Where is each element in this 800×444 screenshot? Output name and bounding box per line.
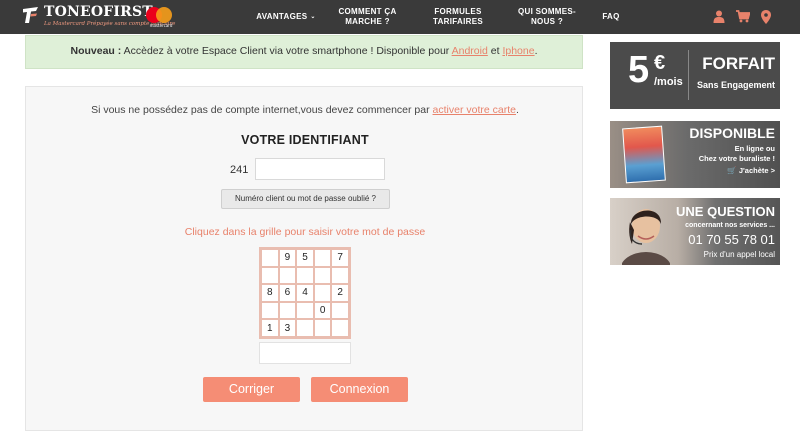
nav-label-formules-tarifaires: FORMULES TARIFAIRES	[433, 7, 483, 26]
keypad-cell[interactable]	[261, 249, 279, 267]
mastercard-logo: mastercard	[146, 7, 176, 29]
identifier-input[interactable]	[255, 158, 385, 180]
forfait-ad[interactable]: 5 € /mois FORFAIT Sans Engagement	[610, 42, 780, 109]
keypad-cell[interactable]: 9	[278, 249, 297, 267]
keypad-cell[interactable]: 2	[331, 284, 349, 302]
nav-item-formules-tarifaires[interactable]: FORMULES TARIFAIRES	[418, 0, 498, 34]
disponible-line2: Chez votre buraliste !	[698, 154, 775, 163]
phone-price-note: Prix d'un appel local	[703, 250, 775, 259]
nav-item-avantages[interactable]: AVANTAGES ⌄	[252, 0, 320, 34]
disponible-cta-label: J'achète >	[738, 166, 775, 175]
cart-icon[interactable]	[736, 10, 750, 23]
keypad-cell[interactable]: 6	[278, 284, 297, 302]
keypad-cell[interactable]	[331, 319, 349, 337]
keypad-cell[interactable]	[296, 266, 314, 285]
nav-label-avantages: AVANTAGES	[256, 12, 308, 21]
user-icon[interactable]	[713, 10, 725, 23]
nav-item-faq[interactable]: FAQ	[596, 0, 626, 34]
banner-text: Accèdez à votre Espace Client via votre …	[123, 45, 450, 57]
identifier-prefix: 241	[230, 164, 249, 176]
banner-end: .	[534, 45, 538, 57]
keypad-cell[interactable]	[278, 266, 297, 285]
keypad-cell[interactable]	[331, 301, 349, 320]
question-line1: concernant nos services ...	[685, 222, 775, 229]
top-navigation-bar: TONEOFIRST La Mastercard Prépayée sans c…	[0, 0, 800, 34]
forfait-title: FORFAIT	[702, 54, 775, 73]
forfait-price: 5	[628, 49, 650, 91]
keypad-cell[interactable]	[261, 266, 279, 285]
keypad-cell[interactable]: 3	[278, 319, 297, 337]
question-title: UNE QUESTION	[676, 204, 775, 219]
keypad-cell[interactable]	[331, 266, 349, 285]
keypad-cell[interactable]	[278, 301, 297, 320]
keypad-cell[interactable]: 8	[261, 284, 279, 302]
forgot-credentials-button[interactable]: Numéro client ou mot de passe oublié ?	[221, 189, 390, 209]
toneofirst-logo[interactable]: TONEOFIRST La Mastercard Prépayée sans c…	[22, 4, 175, 30]
keypad-cell[interactable]: 5	[296, 249, 314, 267]
toneofirst-logo-mark-icon	[23, 7, 38, 23]
password-field[interactable]	[259, 342, 351, 364]
nav-item-comment-ca-marche[interactable]: COMMENT ÇA MARCHE ?	[330, 0, 405, 34]
grid-instruction: Cliquez dans la grille pour saisir votre…	[184, 226, 426, 238]
android-link[interactable]: Android	[452, 45, 488, 57]
banner-bold-label: Nouveau :	[70, 45, 122, 57]
chevron-down-icon: ⌄	[310, 14, 316, 20]
keypad-cell[interactable]	[261, 301, 279, 320]
keypad-cell[interactable]: 1	[261, 319, 279, 337]
keypad-cell[interactable]: 4	[296, 284, 314, 302]
forfait-unit: /mois	[654, 76, 683, 88]
banner-and: et	[490, 45, 500, 57]
ad-divider	[688, 50, 689, 100]
keypad-cell[interactable]	[313, 319, 332, 337]
intro-text: Si vous ne possédez pas de compte intern…	[91, 104, 430, 116]
keypad-cell[interactable]	[313, 284, 332, 302]
keypad-cell[interactable]: 0	[313, 301, 332, 320]
keypad-cell[interactable]: 7	[331, 249, 349, 267]
disponible-line1: En ligne ou	[734, 144, 775, 153]
keypad-cell[interactable]	[296, 319, 314, 337]
keypad-cell[interactable]	[313, 249, 332, 267]
intro-end: .	[515, 104, 519, 116]
disponible-title: DISPONIBLE	[689, 125, 775, 141]
password-keypad-grid: 9 5 7 8 6 4 2 0 1 3	[259, 247, 351, 339]
nav-label-faq: FAQ	[602, 12, 620, 21]
identifier-title: VOTRE IDENTIFIANT	[241, 133, 369, 147]
forfait-subtitle: Sans Engagement	[696, 80, 775, 90]
disponible-cta[interactable]: 🛒 J'achète >	[727, 166, 775, 175]
logo-text: TONEOFIRST	[44, 4, 153, 20]
reset-button[interactable]: Corriger	[203, 377, 300, 402]
map-marker-icon[interactable]	[761, 10, 771, 24]
cart-icon: 🛒	[727, 166, 737, 175]
mastercard-label: mastercard	[149, 23, 173, 28]
activate-card-link[interactable]: activer votre carte	[433, 104, 516, 116]
nav-item-qui-sommes-nous[interactable]: QUI SOMMES-NOUS ?	[512, 0, 582, 34]
new-feature-banner: Nouveau : Accèdez à votre Espace Client …	[25, 35, 583, 69]
login-button[interactable]: Connexion	[311, 377, 408, 402]
keypad-cell[interactable]	[313, 266, 332, 285]
magazine-image	[622, 125, 666, 184]
activation-intro: Si vous ne possédez pas de compte intern…	[26, 104, 584, 116]
disponible-ad[interactable]: DISPONIBLE En ligne ou Chez votre burali…	[610, 121, 780, 188]
iphone-link[interactable]: Iphone	[502, 45, 534, 57]
support-agent-photo	[622, 209, 670, 265]
question-ad[interactable]: UNE QUESTION concernant nos services ...…	[610, 198, 780, 265]
nav-label-comment-ca-marche: COMMENT ÇA MARCHE ?	[338, 7, 397, 26]
forfait-currency: €	[654, 52, 666, 74]
nav-label-qui-sommes-nous: QUI SOMMES-NOUS ?	[518, 7, 576, 26]
login-panel: Si vous ne possédez pas de compte intern…	[25, 86, 583, 431]
keypad-cell[interactable]	[296, 301, 314, 320]
support-phone-number[interactable]: 01 70 55 78 01	[688, 232, 775, 247]
